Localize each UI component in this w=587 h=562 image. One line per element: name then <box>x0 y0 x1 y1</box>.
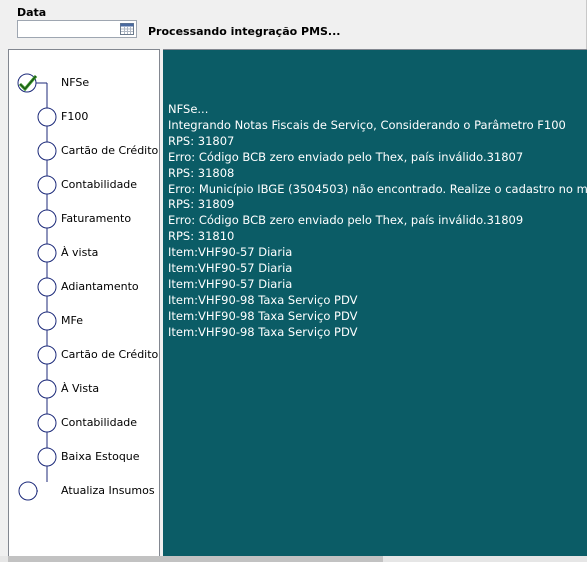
log-line: RPS: 31808 <box>168 165 235 180</box>
circle-icon <box>18 481 38 501</box>
step-label: Contabilidade <box>61 178 138 191</box>
step-label: À Vista <box>61 382 100 395</box>
step-label: Contabilidade <box>61 416 138 429</box>
circle-icon <box>37 175 57 195</box>
circle-icon <box>37 209 57 229</box>
circle-icon <box>37 277 57 297</box>
circle-icon <box>37 447 57 467</box>
scrollbar-thumb[interactable] <box>8 556 383 562</box>
step-label: Cartão de Crédito <box>61 144 159 157</box>
log-panel[interactable]: NFSe... Integrando Notas Fiscais de Servi… <box>163 49 587 556</box>
circle-icon <box>37 243 57 263</box>
calendar-icon[interactable] <box>120 23 134 35</box>
log-line: NFSe... <box>168 102 209 116</box>
log-line: Item:VHF90-98 Taxa Serviço PDV <box>168 324 358 339</box>
date-field[interactable] <box>17 20 137 38</box>
circle-icon <box>37 413 57 433</box>
log-line: Item:VHF90-98 Taxa Serviço PDV <box>168 292 358 307</box>
log-line: Item:VHF90-57 Diaria <box>168 276 293 291</box>
status-text: Processando integração PMS... <box>148 25 341 38</box>
log-line: Item:VHF90-98 Taxa Serviço PDV <box>168 308 358 323</box>
log-line: Erro: Código BCB zero enviado pelo Thex,… <box>168 213 524 228</box>
date-label: Data <box>17 6 47 19</box>
step-label: Faturamento <box>61 212 132 225</box>
log-line: RPS: 31810 <box>168 229 235 244</box>
log-list: NFSe... Integrando Notas Fiscais de Servi… <box>168 102 587 341</box>
checkmark-icon <box>17 73 38 93</box>
steps-panel: NFSe F100 Cartão de Crédito Contabilidade Fa… <box>8 49 160 559</box>
log-line: RPS: 31809 <box>168 197 235 212</box>
circle-icon <box>37 345 57 365</box>
log-line: Integrando Notas Fiscais de Serviço, Con… <box>168 117 566 132</box>
integration-window: Data Processando integração PMS... NFSe F… <box>0 0 587 562</box>
log-line: Item:VHF90-57 Diaria <box>168 261 293 276</box>
step-label: Adiantamento <box>61 280 139 293</box>
circle-icon <box>37 379 57 399</box>
steps-track <box>17 73 57 501</box>
step-label: MFe <box>61 314 83 327</box>
circle-icon <box>37 141 57 161</box>
circle-icon <box>37 107 57 127</box>
log-line: Item:VHF90-57 Diaria <box>168 245 293 260</box>
step-label: À vista <box>61 246 99 259</box>
step-label: Baixa Estoque <box>61 450 140 463</box>
log-line: Erro: Código BCB zero enviado pelo Thex,… <box>168 149 524 164</box>
log-line: RPS: 31807 <box>168 133 235 148</box>
step-label: NFSe <box>61 76 90 89</box>
step-label: Cartão de Crédito <box>61 348 159 361</box>
step-label: Atualiza Insumos <box>61 484 155 497</box>
horizontal-scrollbar[interactable] <box>0 556 587 562</box>
step-label: F100 <box>61 110 89 123</box>
circle-icon <box>37 311 57 331</box>
log-line: Erro: Município IBGE (3504503) não encon… <box>168 181 587 196</box>
